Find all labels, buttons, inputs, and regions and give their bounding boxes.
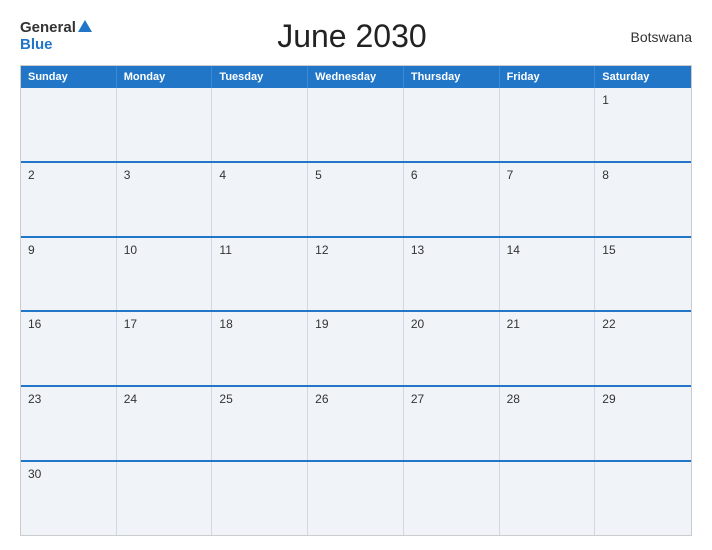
day-number: 21 [507, 317, 588, 331]
calendar-week-3: 9 10 11 12 13 14 15 [21, 236, 691, 311]
calendar-cell [21, 88, 117, 161]
page: General Blue June 2030 Botswana SundayMo… [0, 0, 712, 550]
calendar-cell: 28 [500, 387, 596, 460]
calendar-week-5: 23 24 25 26 27 28 29 [21, 385, 691, 460]
day-number: 17 [124, 317, 205, 331]
calendar-cell: 8 [595, 163, 691, 236]
day-number: 10 [124, 243, 205, 257]
day-number: 15 [602, 243, 684, 257]
day-number: 19 [315, 317, 396, 331]
calendar-cell [117, 462, 213, 535]
calendar-cell: 7 [500, 163, 596, 236]
calendar-week-1: 1 [21, 88, 691, 161]
day-header-sunday: Sunday [21, 66, 117, 88]
day-number: 23 [28, 392, 109, 406]
day-number: 1 [602, 93, 684, 107]
logo-general-text: General [20, 20, 76, 37]
calendar-cell: 13 [404, 238, 500, 311]
calendar-cell: 21 [500, 312, 596, 385]
calendar-cell: 2 [21, 163, 117, 236]
day-number: 26 [315, 392, 396, 406]
calendar-cell: 4 [212, 163, 308, 236]
calendar-cell: 5 [308, 163, 404, 236]
day-number: 22 [602, 317, 684, 331]
logo-triangle-icon [78, 20, 92, 32]
day-number: 13 [411, 243, 492, 257]
calendar-cell: 22 [595, 312, 691, 385]
logo: General Blue [20, 20, 92, 53]
calendar-cell: 26 [308, 387, 404, 460]
day-number: 9 [28, 243, 109, 257]
day-header-thursday: Thursday [404, 66, 500, 88]
calendar-cell: 6 [404, 163, 500, 236]
calendar-cell: 12 [308, 238, 404, 311]
day-header-tuesday: Tuesday [212, 66, 308, 88]
calendar-cell: 10 [117, 238, 213, 311]
calendar-cell: 16 [21, 312, 117, 385]
day-number: 11 [219, 243, 300, 257]
day-number: 14 [507, 243, 588, 257]
calendar-week-4: 16 17 18 19 20 21 22 [21, 310, 691, 385]
day-number: 2 [28, 168, 109, 182]
day-number: 18 [219, 317, 300, 331]
day-number: 24 [124, 392, 205, 406]
day-number: 5 [315, 168, 396, 182]
day-header-wednesday: Wednesday [308, 66, 404, 88]
calendar-cell: 23 [21, 387, 117, 460]
calendar-cell: 1 [595, 88, 691, 161]
calendar-cell: 14 [500, 238, 596, 311]
month-title: June 2030 [92, 18, 612, 55]
calendar: SundayMondayTuesdayWednesdayThursdayFrid… [20, 65, 692, 536]
calendar-cell [404, 462, 500, 535]
calendar-cell: 25 [212, 387, 308, 460]
calendar-cell: 17 [117, 312, 213, 385]
calendar-header: SundayMondayTuesdayWednesdayThursdayFrid… [21, 66, 691, 88]
day-number: 12 [315, 243, 396, 257]
day-number: 16 [28, 317, 109, 331]
day-number: 20 [411, 317, 492, 331]
calendar-cell: 15 [595, 238, 691, 311]
calendar-cell: 27 [404, 387, 500, 460]
day-number: 7 [507, 168, 588, 182]
calendar-cell [404, 88, 500, 161]
calendar-cell [500, 88, 596, 161]
calendar-cell [212, 88, 308, 161]
calendar-week-2: 2345678 [21, 161, 691, 236]
calendar-body: 1234567891011121314151617181920212223242… [21, 88, 691, 535]
day-header-saturday: Saturday [595, 66, 691, 88]
day-number: 4 [219, 168, 300, 182]
calendar-cell: 3 [117, 163, 213, 236]
calendar-cell: 24 [117, 387, 213, 460]
day-header-friday: Friday [500, 66, 596, 88]
calendar-cell: 11 [212, 238, 308, 311]
calendar-cell: 18 [212, 312, 308, 385]
day-number: 29 [602, 392, 684, 406]
day-header-monday: Monday [117, 66, 213, 88]
day-number: 27 [411, 392, 492, 406]
calendar-week-6: 30 [21, 460, 691, 535]
calendar-cell: 29 [595, 387, 691, 460]
calendar-cell: 30 [21, 462, 117, 535]
day-number: 25 [219, 392, 300, 406]
calendar-cell [308, 462, 404, 535]
calendar-cell [595, 462, 691, 535]
country-label: Botswana [612, 29, 692, 45]
day-number: 3 [124, 168, 205, 182]
calendar-cell: 9 [21, 238, 117, 311]
day-number: 28 [507, 392, 588, 406]
calendar-cell: 19 [308, 312, 404, 385]
calendar-cell: 20 [404, 312, 500, 385]
calendar-cell [500, 462, 596, 535]
calendar-cell [212, 462, 308, 535]
day-number: 30 [28, 467, 109, 481]
logo-blue-text: Blue [20, 37, 53, 54]
day-number: 8 [602, 168, 684, 182]
calendar-cell [117, 88, 213, 161]
header: General Blue June 2030 Botswana [20, 18, 692, 55]
calendar-cell [308, 88, 404, 161]
day-number: 6 [411, 168, 492, 182]
